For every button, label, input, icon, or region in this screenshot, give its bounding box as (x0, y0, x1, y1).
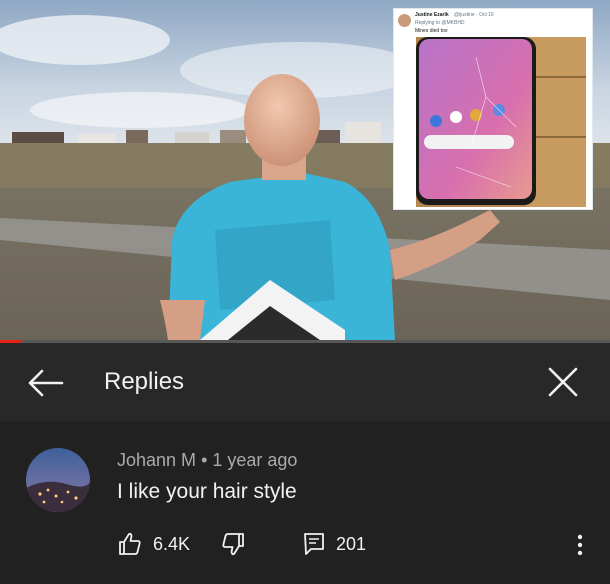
more-options-button[interactable] (570, 531, 590, 559)
replies-header: Replies (0, 343, 610, 421)
arrow-left-icon (28, 369, 64, 397)
tweet-overlay: Justine Ezarik @ijustine · Oct 16 Replyi… (393, 8, 593, 210)
comment-icon (304, 533, 324, 555)
comment-text: I like your hair style (117, 480, 297, 503)
tweet-reply-to: Replying to @MKBHD (415, 20, 465, 26)
tweet-author: Justine Ezarik (415, 12, 449, 18)
comment-item: Johann M • 1 year ago I like your hair sty… (0, 421, 610, 584)
dislike-button[interactable] (220, 529, 246, 559)
comment-author[interactable]: Johann M (117, 450, 196, 470)
avatar-image (26, 448, 90, 512)
comment-meta: Johann M • 1 year ago (117, 449, 297, 471)
more-vert-icon (577, 534, 583, 556)
comment-actions: 6.4K 201 (0, 529, 610, 559)
avatar[interactable] (26, 448, 90, 512)
like-count: 6.4K (153, 533, 191, 554)
video-player[interactable]: Justine Ezarik @ijustine · Oct 16 Replyi… (0, 0, 610, 340)
reply-button[interactable]: 201 (302, 529, 366, 559)
thumbs-down-icon (222, 533, 244, 556)
close-button[interactable] (540, 363, 586, 403)
tweet-text: Mines died too (415, 28, 448, 34)
like-button[interactable]: 6.4K (117, 529, 190, 559)
reply-count: 201 (336, 533, 367, 554)
comment-time: 1 year ago (212, 450, 298, 470)
thumbs-up-icon (119, 532, 141, 555)
tweet-avatar (398, 14, 411, 27)
tweet-handle: @ijustine · Oct 16 (454, 12, 494, 18)
tweet-photo (416, 37, 586, 207)
header-title: Replies (104, 368, 185, 395)
meta-separator: • (201, 450, 208, 470)
back-button[interactable] (22, 365, 68, 401)
close-icon (548, 367, 578, 397)
